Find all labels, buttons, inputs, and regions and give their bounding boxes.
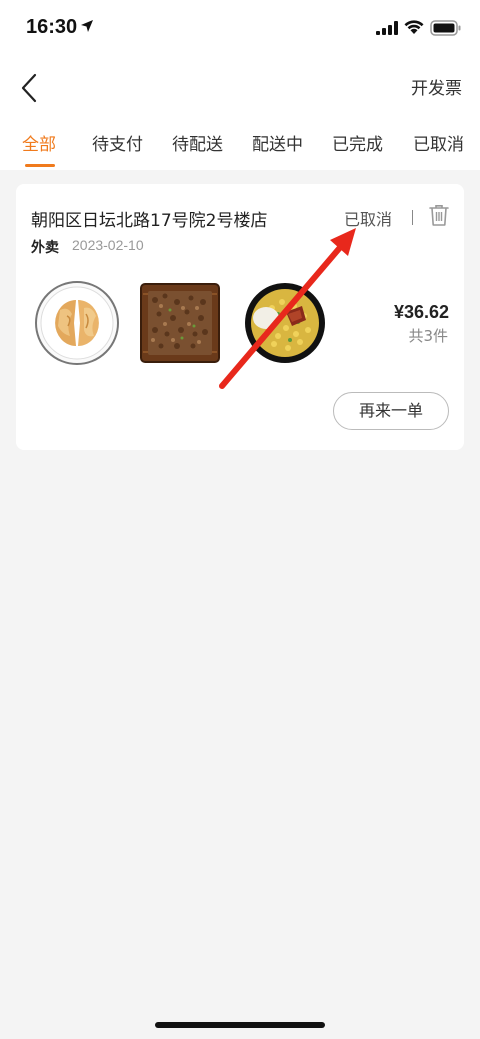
home-indicator xyxy=(155,1022,325,1028)
tab-completed[interactable]: 已完成 xyxy=(332,130,383,155)
order-card[interactable]: 朝阳区日坛北路17号院2号楼店 已取消 外卖 2023-02-10 ¥36.62… xyxy=(16,184,464,450)
active-tab-indicator xyxy=(25,164,55,167)
battery-icon xyxy=(430,20,461,36)
location-arrow-icon xyxy=(81,20,93,32)
reorder-button[interactable]: 再来一单 xyxy=(333,392,449,430)
tab-all[interactable]: 全部 xyxy=(22,130,56,155)
tab-delivering[interactable]: 配送中 xyxy=(252,130,303,155)
item-thumbnail-minced-beef[interactable] xyxy=(137,280,223,366)
order-date: 2023-02-10 xyxy=(72,237,144,253)
tab-pending-payment[interactable]: 待支付 xyxy=(92,130,143,155)
signal-icon xyxy=(376,21,398,35)
order-status-tabs: 全部 待支付 待配送 配送中 已完成 已取消 xyxy=(0,124,480,170)
status-time: 16:30 xyxy=(26,16,78,38)
store-name[interactable]: 朝阳区日坛北路17号院2号楼店 xyxy=(31,206,267,231)
item-count: 共3件 xyxy=(408,327,448,345)
chevron-left-icon[interactable] xyxy=(16,70,46,106)
tab-pending-delivery[interactable]: 待配送 xyxy=(172,130,223,155)
header-area: 16:30 开发票 全部 待支付 待配送 配送中 已完成 已取消 xyxy=(0,0,480,170)
status-divider xyxy=(412,210,413,225)
tab-cancelled[interactable]: 已取消 xyxy=(413,130,464,155)
item-thumbnail-corn-rice-bowl[interactable] xyxy=(242,280,328,366)
order-price: ¥36.62 xyxy=(393,302,449,322)
trash-icon[interactable] xyxy=(429,204,449,226)
item-thumbnail-pancake[interactable] xyxy=(34,280,120,366)
wifi-icon xyxy=(404,20,424,34)
order-status: 已取消 xyxy=(344,210,393,229)
invoice-button[interactable]: 开发票 xyxy=(411,74,462,99)
order-type: 外卖 xyxy=(31,240,59,256)
status-bar: 16:30 xyxy=(0,0,480,58)
order-list-page: 16:30 开发票 全部 待支付 待配送 配送中 已完成 已取消 朝阳区日坛北路… xyxy=(0,0,480,1039)
